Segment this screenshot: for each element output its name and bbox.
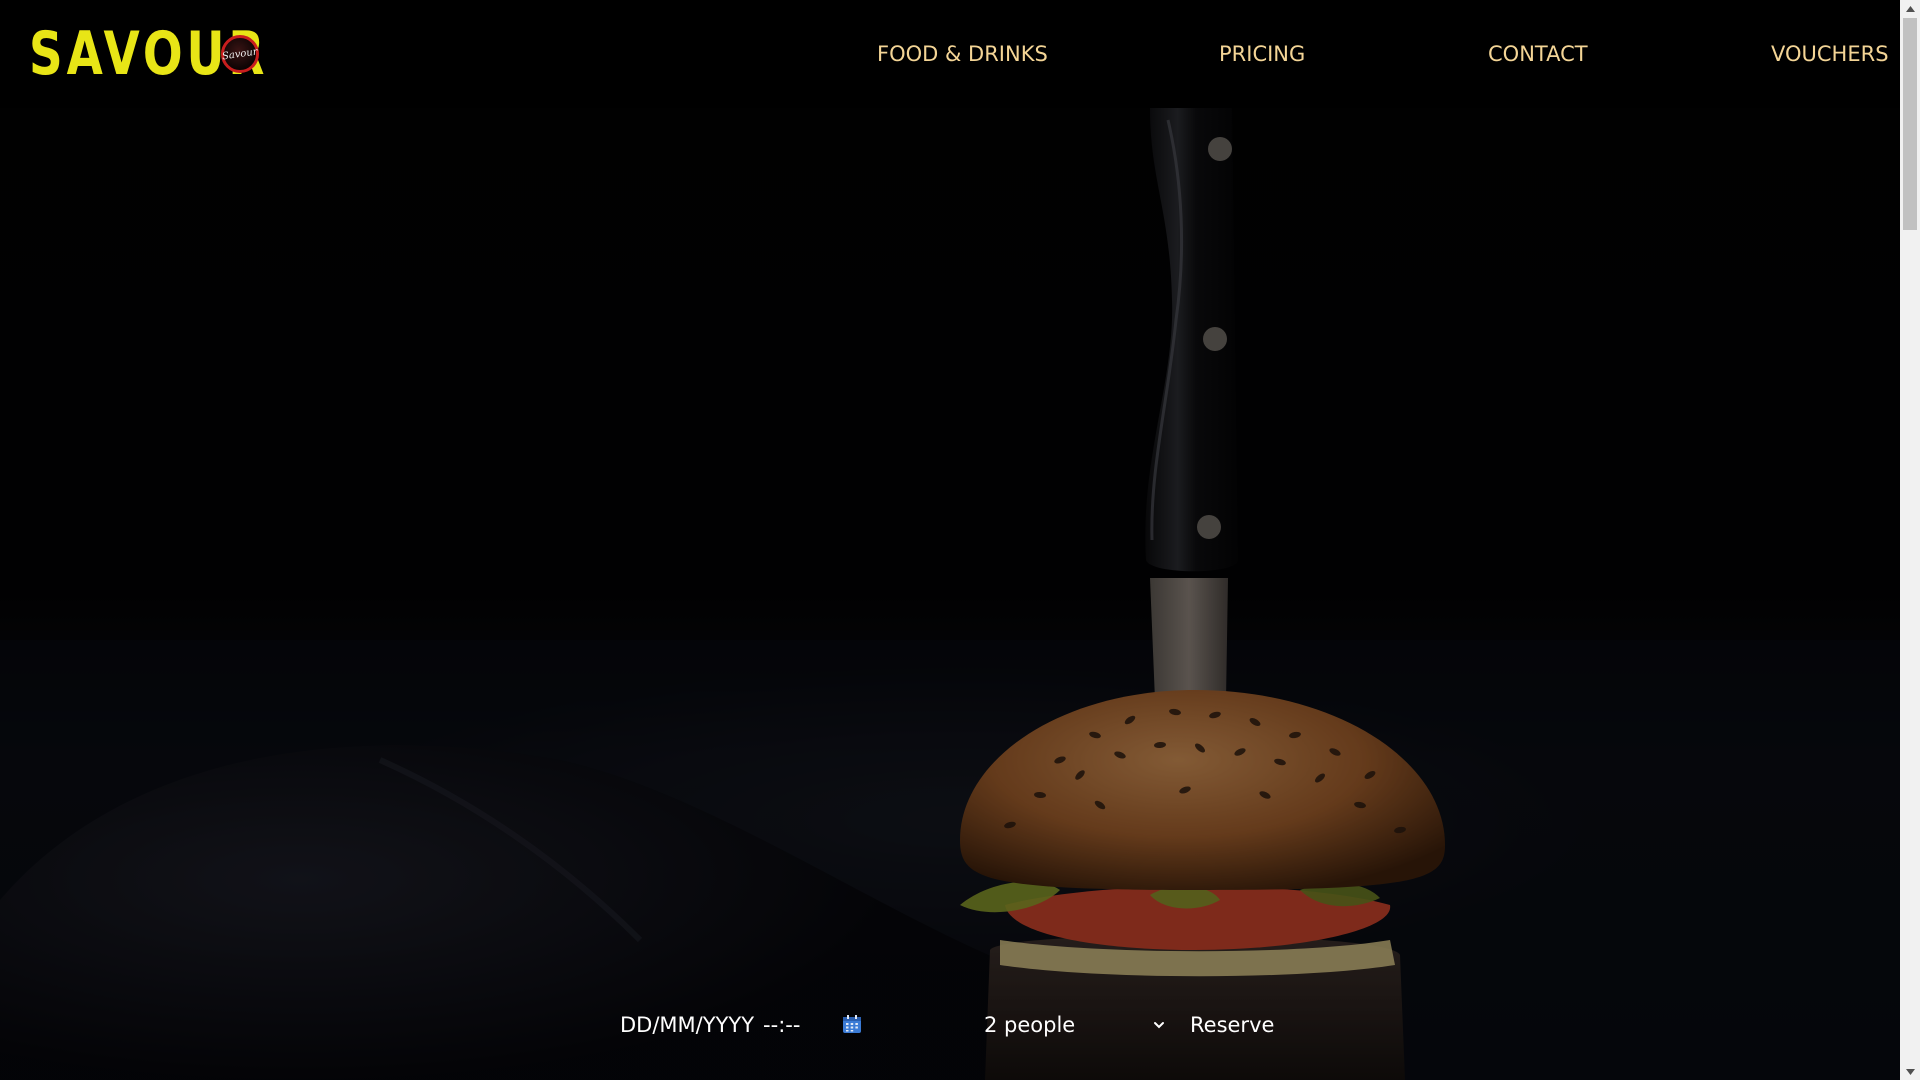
burger-with-knife-illustration (0, 0, 1900, 1080)
datetime-input[interactable]: DD/MM/YYYY --:-- (620, 1005, 861, 1045)
nav-link-pricing[interactable]: PRICING (1219, 38, 1305, 70)
main-nav: FOOD & DRINKS PRICING CONTACT VOUCHERS (0, 38, 1900, 70)
date-placeholder: DD/MM/YYYY (620, 1013, 755, 1037)
nav-link-vouchers[interactable]: VOUCHERS (1771, 38, 1889, 70)
reserve-button[interactable]: Reserve (1190, 1005, 1310, 1045)
reservation-form: DD/MM/YYYY --:-- 2 people Reserve (600, 995, 1320, 1055)
site-header: SAVOUR Savour FOOD & DRINKS PRICING CONT… (0, 0, 1900, 108)
chevron-down-icon (1154, 1022, 1164, 1029)
calendar-icon[interactable] (842, 1014, 862, 1034)
hero-image (0, 0, 1900, 1080)
scroll-up-arrow-icon[interactable] (1900, 0, 1920, 17)
time-placeholder: --:-- (763, 1013, 801, 1037)
scrollbar-thumb[interactable] (1903, 18, 1917, 230)
page-scrollbar[interactable] (1900, 0, 1920, 1080)
nav-link-food-drinks[interactable]: FOOD & DRINKS (877, 38, 1048, 70)
party-size-value: 2 people (984, 1013, 1076, 1037)
party-size-select[interactable]: 2 people (984, 1005, 1172, 1045)
scroll-down-arrow-icon[interactable] (1900, 1063, 1920, 1080)
nav-link-contact[interactable]: CONTACT (1488, 38, 1588, 70)
page: SAVOUR Savour FOOD & DRINKS PRICING CONT… (0, 0, 1920, 1080)
